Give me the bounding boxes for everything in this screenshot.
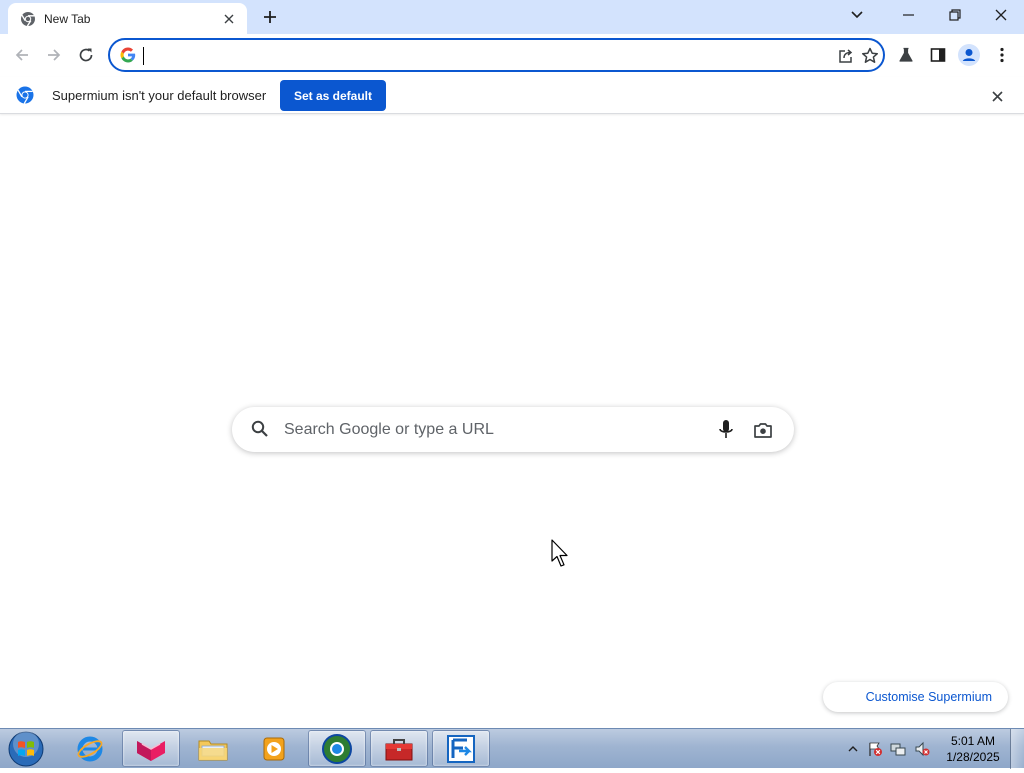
- clock-date: 1/28/2025: [946, 750, 1000, 764]
- supermium-logo-icon: [16, 86, 34, 104]
- file-transfer-task[interactable]: [432, 730, 490, 767]
- customise-button[interactable]: Customise Supermium: [823, 682, 1008, 712]
- system-clock[interactable]: 5:01 AM 1/28/2025: [940, 733, 1006, 765]
- tab-search-button[interactable]: [834, 0, 880, 30]
- toolbox-task[interactable]: [370, 730, 428, 767]
- minimize-button[interactable]: [886, 0, 932, 30]
- search-icon: [251, 420, 268, 437]
- text-caret: [143, 47, 144, 65]
- share-icon[interactable]: [836, 46, 856, 66]
- file-transfer-icon: [447, 734, 475, 763]
- side-panel-icon[interactable]: [926, 43, 950, 67]
- back-arrow-icon[interactable]: [10, 43, 34, 67]
- tab-strip: New Tab: [0, 0, 1024, 34]
- internet-explorer-icon: [77, 736, 103, 761]
- mouse-cursor-icon: [551, 539, 568, 567]
- reload-icon[interactable]: [74, 43, 98, 67]
- volume-muted-icon[interactable]: [914, 741, 930, 757]
- chrome-icon: [20, 11, 36, 27]
- set-as-default-button[interactable]: Set as default: [280, 80, 386, 111]
- internet-explorer-task[interactable]: [61, 730, 119, 767]
- forward-arrow-icon[interactable]: [42, 43, 66, 67]
- folder-icon: [198, 740, 228, 760]
- start-button[interactable]: [6, 730, 46, 768]
- chevron-down-icon: [851, 11, 863, 19]
- omnibox-input[interactable]: [142, 45, 822, 65]
- close-icon[interactable]: [988, 87, 1006, 105]
- network-icon[interactable]: [890, 741, 906, 757]
- media-player-task[interactable]: [245, 730, 303, 767]
- file-explorer-task[interactable]: [184, 730, 242, 767]
- toolbar: [0, 34, 1024, 76]
- tab-new-tab[interactable]: New Tab: [8, 3, 247, 34]
- restore-button[interactable]: [932, 0, 978, 30]
- profile-icon[interactable]: [957, 43, 981, 67]
- close-window-button[interactable]: [978, 0, 1024, 30]
- pink-app-task[interactable]: [122, 730, 180, 767]
- infobar-message: Supermium isn't your default browser: [52, 88, 267, 103]
- customise-label: Customise Supermium: [865, 690, 992, 704]
- new-tab-button[interactable]: [257, 5, 283, 29]
- microphone-icon[interactable]: [716, 418, 736, 442]
- default-browser-infobar: Supermium isn't your default browser Set…: [0, 77, 1024, 114]
- windows-orb-icon: [8, 731, 44, 767]
- app-pink-icon: [137, 740, 165, 761]
- camera-icon[interactable]: [752, 419, 774, 441]
- supermium-task[interactable]: [308, 730, 366, 767]
- action-center-flag-icon[interactable]: [867, 741, 883, 757]
- taskbar: 5:01 AM 1/28/2025: [0, 728, 1024, 769]
- show-desktop-button[interactable]: [1010, 729, 1024, 769]
- star-icon[interactable]: [860, 46, 880, 66]
- omnibox[interactable]: [108, 38, 885, 72]
- toolbox-icon: [385, 738, 413, 760]
- ntp-search-box[interactable]: Search Google or type a URL: [232, 407, 794, 452]
- show-hidden-icons-icon[interactable]: [845, 741, 861, 757]
- supermium-browser-icon: [322, 733, 352, 764]
- kebab-menu-icon[interactable]: [990, 43, 1014, 67]
- media-player-icon: [263, 737, 285, 760]
- clock-time: 5:01 AM: [950, 734, 996, 748]
- tab-close-icon[interactable]: [221, 11, 237, 27]
- flask-icon[interactable]: [894, 43, 918, 67]
- ntp-search-placeholder: Search Google or type a URL: [284, 421, 494, 438]
- tab-title: New Tab: [44, 11, 91, 26]
- google-g-icon: [120, 47, 136, 63]
